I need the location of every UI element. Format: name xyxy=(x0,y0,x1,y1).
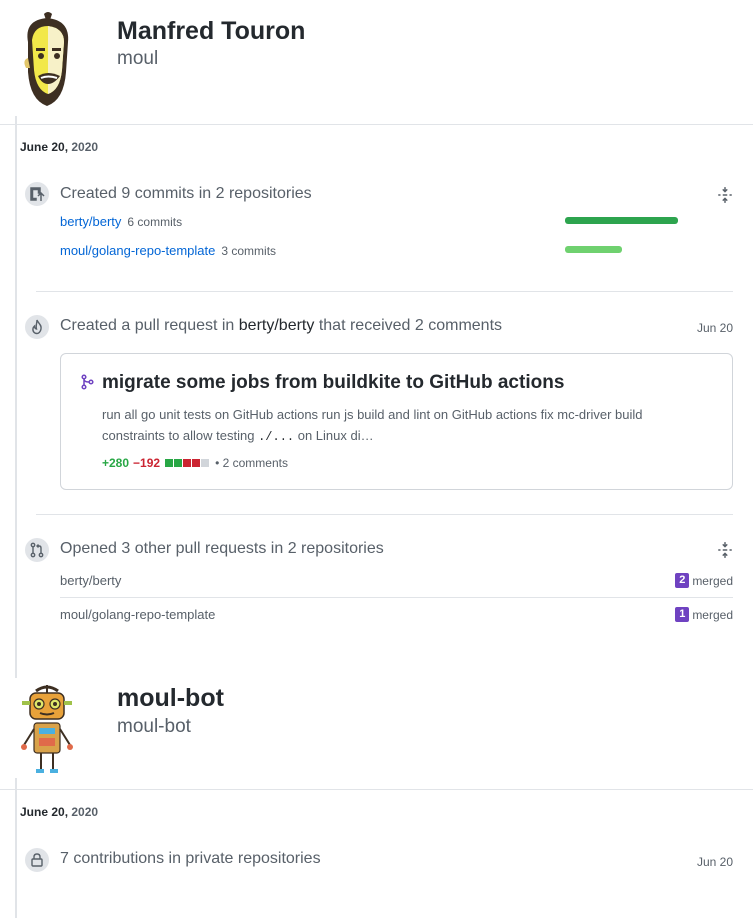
pr-title-link[interactable]: migrate some jobs from buildkite to GitH… xyxy=(102,372,564,394)
avatar[interactable] xyxy=(14,12,80,108)
date-day: June 20, xyxy=(20,140,69,154)
commit-count[interactable]: 3 commits xyxy=(221,244,276,258)
merged-label: merged xyxy=(692,573,733,588)
diffstat-box xyxy=(201,459,210,467)
activity-date: Jun 20 xyxy=(696,855,733,869)
pr-stats: +280 −192 • 2 comments xyxy=(102,456,288,470)
diffstat-box xyxy=(183,459,192,467)
date-year: 2020 xyxy=(71,805,99,819)
fold-icon[interactable] xyxy=(716,186,734,204)
diffstat-box xyxy=(192,459,201,467)
activity-date: Jun 20 xyxy=(696,321,733,335)
divider xyxy=(36,291,733,292)
git-pull-request-icon xyxy=(23,536,51,564)
avatar[interactable] xyxy=(14,683,80,779)
date-year: 2020 xyxy=(71,140,99,154)
pr-body-text: on Linux di… xyxy=(297,428,374,443)
pr-title-prefix: Created a pull request in xyxy=(60,317,235,334)
pr-body-code: ./... xyxy=(258,430,295,444)
opened-prs-title: Opened 3 other pull requests in 2 reposi… xyxy=(60,540,384,557)
profile-name: moul-bot xyxy=(117,684,224,712)
profile-login: moul xyxy=(117,48,159,69)
divider xyxy=(36,514,733,515)
profile-name: Manfred Touron xyxy=(117,17,306,45)
profile-header: Manfred Touron moul xyxy=(0,0,753,125)
pr-additions: +280 xyxy=(102,456,130,470)
profile-login: moul-bot xyxy=(117,716,191,737)
repo-push-icon xyxy=(23,180,51,208)
commit-bar xyxy=(565,246,622,253)
timeline-date: June 20, 2020 xyxy=(20,805,103,819)
diffstat-box xyxy=(174,459,183,467)
diffstat-box xyxy=(165,459,174,467)
pr-body: run all go unit tests on GitHub actions … xyxy=(102,404,702,448)
pr-card: migrate some jobs from buildkite to GitH… xyxy=(60,353,733,490)
opened-pr-row[interactable]: berty/berty 2 merged xyxy=(60,566,733,596)
pr-title-suffix: that received 2 comments xyxy=(318,317,503,334)
git-merge-icon xyxy=(81,374,94,390)
timeline-date: June 20, 2020 xyxy=(20,140,103,154)
repo-link[interactable]: berty/berty xyxy=(60,573,121,588)
timeline-line xyxy=(15,116,17,678)
merged-label: merged xyxy=(692,607,733,622)
merged-badge: 1 xyxy=(675,607,690,622)
pr-comments[interactable]: • 2 comments xyxy=(215,456,288,470)
repo-link[interactable]: moul/golang-repo-template xyxy=(60,243,215,258)
commit-bar xyxy=(565,217,678,224)
commit-repo-row[interactable]: moul/golang-repo-template 3 commits xyxy=(60,243,276,258)
pr-activity-title: Created a pull request in berty/berty th… xyxy=(60,317,502,335)
timeline-line xyxy=(15,778,17,918)
divider xyxy=(60,597,733,598)
diffstat xyxy=(164,459,210,467)
profile-header: moul-bot moul-bot xyxy=(0,665,753,790)
commits-title: Created 9 commits in 2 repositories xyxy=(60,185,312,202)
flame-icon xyxy=(23,313,51,341)
private-contributions-title: 7 contributions in private repositories xyxy=(60,850,321,867)
merged-badge: 2 xyxy=(675,573,690,588)
lock-icon xyxy=(23,846,51,874)
date-day: June 20, xyxy=(20,805,69,819)
pr-deletions: −192 xyxy=(133,456,161,470)
repo-link[interactable]: berty/berty xyxy=(239,317,315,334)
merged-count[interactable]: 1 merged xyxy=(675,607,733,622)
fold-icon[interactable] xyxy=(716,541,734,559)
repo-link[interactable]: moul/golang-repo-template xyxy=(60,607,215,622)
repo-link[interactable]: berty/berty xyxy=(60,214,121,229)
merged-count[interactable]: 2 merged xyxy=(675,573,733,588)
commit-count[interactable]: 6 commits xyxy=(127,215,182,229)
commit-repo-row[interactable]: berty/berty 6 commits xyxy=(60,214,182,229)
opened-pr-row[interactable]: moul/golang-repo-template 1 merged xyxy=(60,600,733,630)
